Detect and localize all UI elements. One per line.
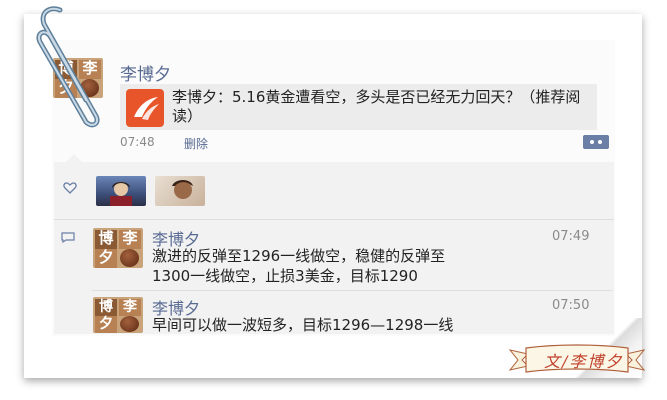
pane-caret: [66, 154, 82, 162]
liker-avatar-1[interactable]: [96, 176, 146, 206]
like-heart-icon: [63, 182, 77, 194]
avatar-char-2: 李: [119, 299, 141, 316]
avatar-char-3: 夕: [95, 316, 117, 333]
share-app-icon: [126, 89, 164, 127]
comment-text-line: 早间可以做一波短多，目标1296—1298一线: [152, 316, 454, 334]
liker-avatar-2[interactable]: [155, 176, 205, 206]
comment-time: 07:49: [552, 229, 590, 244]
paperclip-icon: [36, 6, 100, 128]
byline-text: 文/李博夕: [544, 352, 624, 371]
comment-text-line: 激进的反弹至1296一线做空，稳健的反弹至: [152, 247, 446, 265]
author-ribbon-banner: 文/李博夕: [506, 342, 648, 378]
avatar-char-2: 李: [119, 230, 141, 249]
post-time: 07:48: [120, 135, 155, 149]
delete-link[interactable]: 删除: [184, 135, 208, 152]
pane-divider: [54, 219, 614, 220]
comment-text-line: 1300一线做空，止损3美金，目标1290: [152, 267, 418, 285]
avatar-char-1: 博: [95, 230, 117, 249]
post-author-name[interactable]: 李博夕: [120, 60, 171, 85]
avatar-char-3: 夕: [95, 249, 117, 268]
comment-avatar[interactable]: 博 李 夕: [93, 297, 143, 333]
shared-article-title: 李博夕：5.16黄金遭看空，多头是否已经无力回天？（推荐阅读）: [172, 88, 581, 125]
avatar-globe: [120, 316, 139, 332]
avatar-char-1: 博: [95, 299, 117, 316]
comment-avatar[interactable]: 博 李 夕: [93, 228, 143, 268]
comment-time: 07:50: [552, 298, 590, 313]
comment-divider: [92, 290, 612, 291]
comment-bubble-icon: [61, 232, 75, 243]
more-actions-icon[interactable]: [583, 135, 609, 149]
avatar-globe: [120, 249, 139, 267]
shared-article-card[interactable]: 李博夕：5.16黄金遭看空，多头是否已经无力回天？（推荐阅读）: [120, 84, 597, 130]
